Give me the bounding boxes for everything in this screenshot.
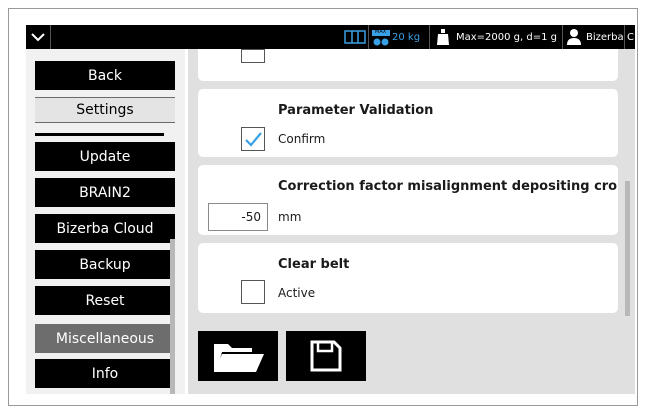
- open-button[interactable]: [198, 331, 278, 381]
- sidebar-item-update[interactable]: Update: [35, 142, 175, 171]
- user-area[interactable]: Bizerba: [566, 25, 624, 49]
- sidebar-item-info[interactable]: Info: [35, 359, 175, 388]
- checkmark-icon: [245, 132, 262, 147]
- settings-header[interactable]: Settings: [35, 97, 175, 123]
- range-info: Max=2000 g, d=1 g: [436, 25, 557, 49]
- card-correction-factor: Correction factor misalignment depositin…: [198, 165, 618, 235]
- scale-capacity-value: 20 kg: [392, 31, 421, 43]
- scale-max-badge: MAX: [375, 29, 387, 35]
- weight-icon: [437, 29, 449, 45]
- confirm-checkbox[interactable]: [241, 127, 265, 151]
- divider: [562, 25, 563, 49]
- card-parameter-validation: Parameter Validation Confirm: [198, 89, 618, 157]
- correction-value-field[interactable]: [208, 203, 268, 231]
- card-clear-belt: Clear belt Active: [198, 243, 618, 313]
- sidebar-item-backup[interactable]: Backup: [35, 250, 175, 279]
- card-title: Clear belt: [278, 257, 350, 272]
- active-checkbox[interactable]: [241, 280, 265, 304]
- scale-capacity: MAX 20 kg: [372, 25, 420, 49]
- range-info-text: Max=2000 g, d=1 g: [456, 31, 558, 43]
- sidebar: Back Settings Update BRAIN2 Bizerba Clou…: [26, 49, 185, 394]
- active-label: Active: [278, 286, 316, 300]
- divider: [429, 25, 430, 49]
- save-button[interactable]: [286, 331, 366, 381]
- card-title: Correction factor misalignment depositin…: [278, 179, 618, 194]
- content-scrollbar[interactable]: [625, 181, 630, 316]
- save-icon: [310, 340, 342, 372]
- sidebar-item-bizerba-cloud[interactable]: Bizerba Cloud: [35, 214, 175, 243]
- scale-icon: MAX: [372, 28, 390, 46]
- divider: [368, 25, 369, 49]
- unit-label: mm: [278, 210, 302, 224]
- divider: [50, 25, 51, 49]
- chevron-down-icon[interactable]: [26, 25, 50, 49]
- user-icon: [567, 29, 581, 45]
- settings-content: Parameter Validation Confirm Correction …: [188, 49, 635, 394]
- overflow-text: C: [627, 31, 634, 43]
- sidebar-scrollbar[interactable]: [170, 239, 175, 394]
- partial-card: [198, 49, 618, 81]
- divider: [624, 25, 625, 49]
- sidebar-item-brain2[interactable]: BRAIN2: [35, 178, 175, 207]
- belt-status-icon: [344, 25, 366, 49]
- card-title: Parameter Validation: [278, 103, 434, 118]
- back-button[interactable]: Back: [35, 61, 175, 90]
- sidebar-item-reset[interactable]: Reset: [35, 286, 175, 315]
- checkbox-partial[interactable]: [241, 49, 265, 63]
- user-name: Bizerba: [586, 31, 624, 43]
- divider: [35, 133, 164, 136]
- top-status-bar: MAX 20 kg Max=2000 g, d=1 g Bizerba C: [26, 25, 635, 49]
- sidebar-item-miscellaneous[interactable]: Miscellaneous: [35, 324, 175, 353]
- folder-open-icon: [214, 344, 264, 372]
- confirm-label: Confirm: [278, 132, 326, 146]
